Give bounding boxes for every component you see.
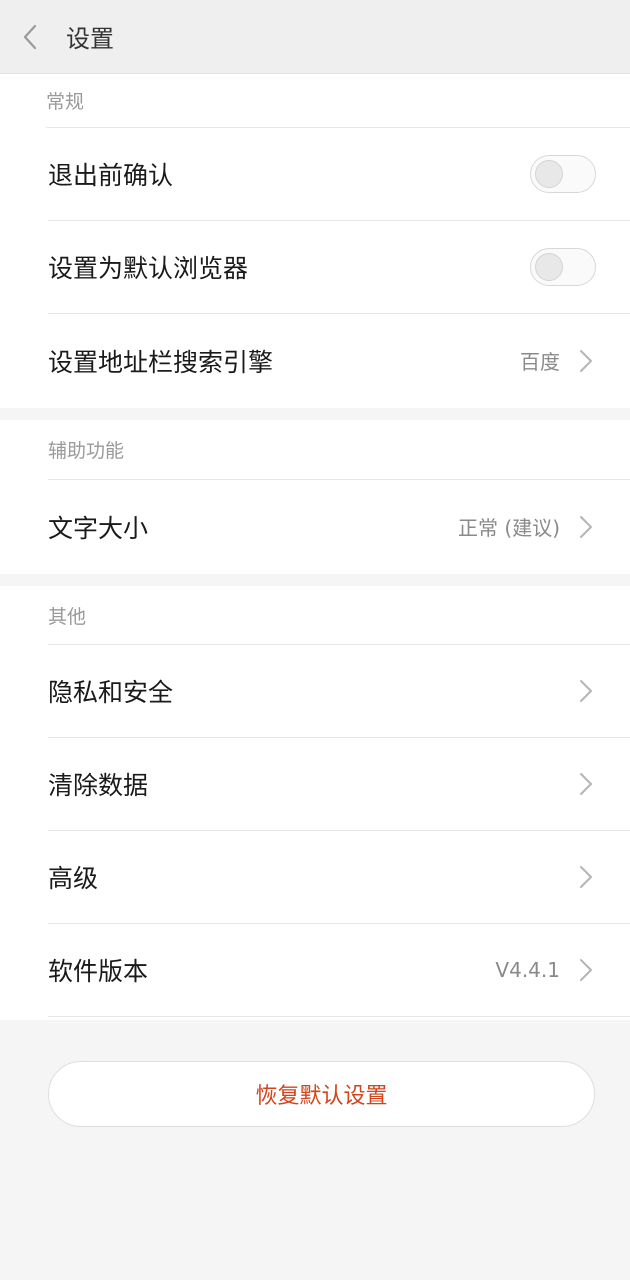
row-privacy-security[interactable]: 隐私和安全 [48,645,630,738]
section-general: 常规 退出前确认 设置为默认浏览器 设置地址栏搜索引擎 百度 [0,74,630,408]
chevron-right-icon [576,513,596,541]
confirm-exit-toggle[interactable] [530,155,596,193]
back-button[interactable] [0,0,60,74]
row-label: 清除数据 [48,771,149,800]
chevron-right-icon [576,677,596,705]
chevron-right-icon [576,770,596,798]
row-label: 隐私和安全 [48,678,174,707]
row-confirm-before-exit[interactable]: 退出前确认 [48,128,630,221]
search-engine-value: 百度 [520,350,560,374]
text-size-value: 正常 (建议) [458,516,560,540]
chevron-right-icon [576,956,596,984]
row-version[interactable]: 软件版本 V4.4.1 [48,924,630,1017]
row-label: 文字大小 [48,513,149,543]
row-default-browser[interactable]: 设置为默认浏览器 [48,221,630,314]
row-label: 高级 [48,864,99,893]
section-title-other: 其他 [48,586,630,645]
row-advanced[interactable]: 高级 [48,831,630,924]
row-label: 软件版本 [48,957,149,986]
toggle-knob [535,160,563,188]
version-value: V4.4.1 [495,958,560,982]
row-label: 设置地址栏搜索引擎 [48,347,274,377]
row-text-size[interactable]: 文字大小 正常 (建议) [48,480,630,573]
row-label: 退出前确认 [48,161,174,190]
section-accessibility: 辅助功能 文字大小 正常 (建议) [0,420,630,574]
restore-defaults-button[interactable]: 恢复默认设置 [48,1061,595,1127]
chevron-right-icon [576,347,596,375]
top-bar: 设置 [0,0,630,74]
chevron-right-icon [576,863,596,891]
chevron-left-icon [23,24,37,49]
page-title: 设置 [66,25,114,53]
section-other: 其他 隐私和安全 清除数据 高级 软件版本 V4.4.1 [0,586,630,1020]
section-title-general: 常规 [46,74,630,128]
row-label: 设置为默认浏览器 [48,254,249,283]
row-clear-data[interactable]: 清除数据 [48,738,630,831]
default-browser-toggle[interactable] [530,248,596,286]
section-title-accessibility: 辅助功能 [48,420,630,480]
toggle-knob [535,253,563,281]
row-search-engine[interactable]: 设置地址栏搜索引擎 百度 [48,314,630,407]
